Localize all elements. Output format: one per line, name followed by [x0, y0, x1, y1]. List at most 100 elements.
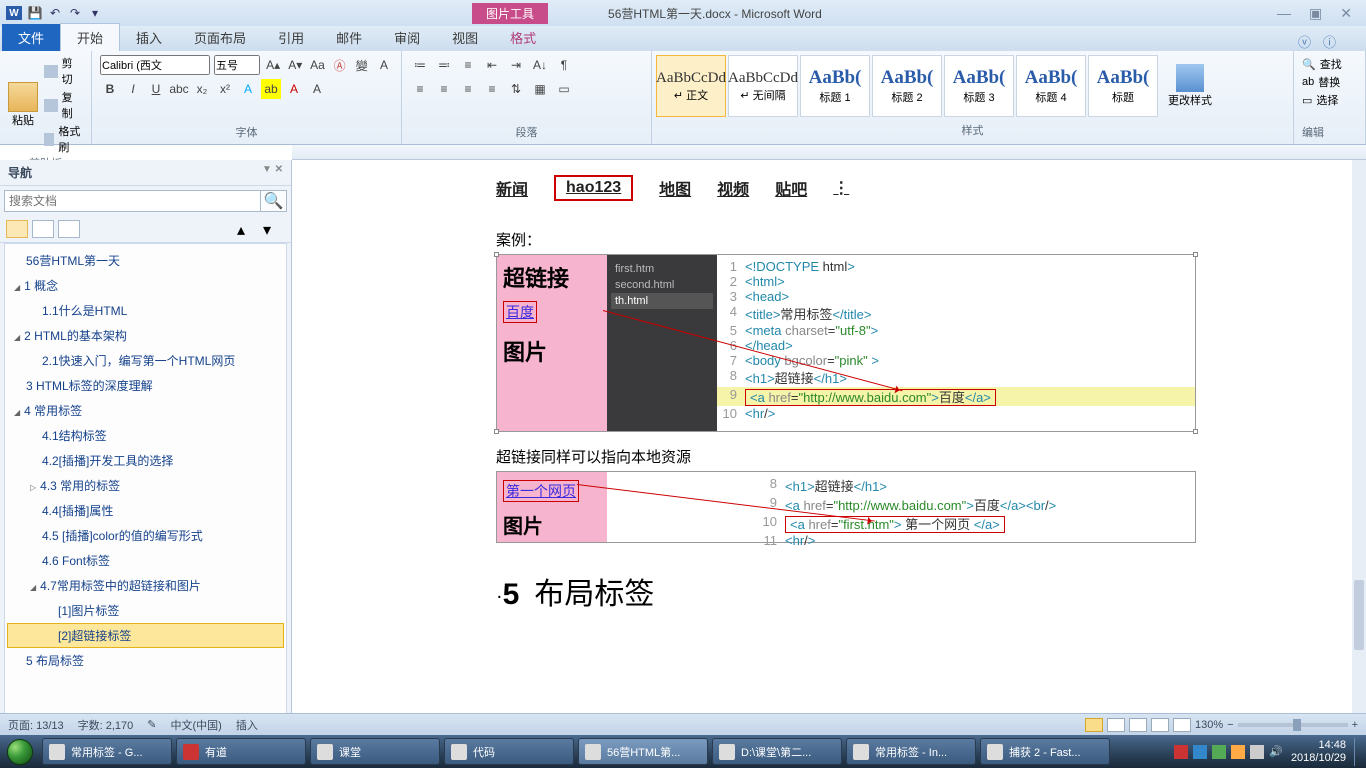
taskbar-button[interactable]: 常用标签 - In...	[846, 738, 976, 765]
taskbar-button[interactable]: 捕获 2 - Fast...	[980, 738, 1110, 765]
tab-insert[interactable]: 插入	[120, 24, 178, 51]
align-right-icon[interactable]: ≡	[458, 79, 478, 99]
tab-view[interactable]: 视图	[436, 24, 494, 51]
volume-icon[interactable]: 🔊	[1269, 745, 1283, 759]
multilevel-icon[interactable]: ≡	[458, 55, 478, 75]
style-item[interactable]: AaBb(标题 3	[944, 55, 1014, 117]
zoom-level[interactable]: 130%	[1195, 719, 1223, 731]
bold-icon[interactable]: B	[100, 79, 120, 99]
resize-handle[interactable]	[494, 252, 499, 257]
nav-tab-results[interactable]	[58, 220, 80, 238]
close-icon[interactable]: ✕	[1340, 5, 1352, 22]
enclose-icon[interactable]: A	[375, 55, 393, 75]
proofing-icon[interactable]: ✎	[147, 718, 156, 731]
indent-dec-icon[interactable]: ⇤	[482, 55, 502, 75]
tray-icon[interactable]	[1250, 745, 1264, 759]
show-marks-icon[interactable]: ¶	[554, 55, 574, 75]
italic-icon[interactable]: I	[123, 79, 143, 99]
strike-icon[interactable]: abc	[169, 79, 189, 99]
nav-tab-pages[interactable]	[32, 220, 54, 238]
copy-button[interactable]: 复制	[44, 89, 83, 121]
taskbar-button[interactable]: 56营HTML第...	[578, 738, 708, 765]
tree-node[interactable]: 4.7常用标签中的超链接和图片	[7, 573, 284, 598]
tray-icon[interactable]	[1231, 745, 1245, 759]
bullets-icon[interactable]: ≔	[410, 55, 430, 75]
redo-icon[interactable]: ↷	[68, 6, 82, 20]
tab-layout[interactable]: 页面布局	[178, 24, 262, 51]
nav-tab-headings[interactable]	[6, 220, 28, 238]
outline-view-icon[interactable]	[1151, 718, 1169, 732]
zoom-out-icon[interactable]: −	[1227, 719, 1233, 731]
insert-mode[interactable]: 插入	[236, 717, 258, 733]
tab-mail[interactable]: 邮件	[320, 24, 378, 51]
grow-font-icon[interactable]: A▴	[264, 55, 282, 75]
show-desktop-button[interactable]	[1354, 738, 1362, 766]
text-effects-icon[interactable]: A	[238, 79, 258, 99]
indent-inc-icon[interactable]: ⇥	[506, 55, 526, 75]
help-icon[interactable]: ⓘ	[1323, 32, 1336, 51]
tree-node[interactable]: 2.1快速入门，编写第一个HTML网页	[7, 348, 284, 373]
nav-next-icon[interactable]: ▾	[263, 220, 285, 238]
select-button[interactable]: ▭选择	[1302, 91, 1357, 109]
resize-handle[interactable]	[1193, 252, 1198, 257]
nav-close-icon[interactable]: ▼ ✕	[262, 164, 283, 181]
style-item[interactable]: AaBb(标题	[1088, 55, 1158, 117]
resize-handle[interactable]	[494, 429, 499, 434]
style-item[interactable]: AaBb(标题 4	[1016, 55, 1086, 117]
fullscreen-view-icon[interactable]	[1107, 718, 1125, 732]
align-left-icon[interactable]: ≡	[410, 79, 430, 99]
align-center-icon[interactable]: ≡	[434, 79, 454, 99]
font-size-combo[interactable]	[214, 55, 260, 75]
change-case-icon[interactable]: Aa	[308, 55, 326, 75]
zoom-slider[interactable]	[1238, 723, 1348, 727]
tree-node[interactable]: 4.5 [插播]color的值的编写形式	[7, 523, 284, 548]
nav-prev-icon[interactable]: ▴	[237, 220, 259, 238]
page[interactable]: 新闻hao123地图视频贴吧⋮ 案例： 超链接 百度 图片 first.htms…	[326, 161, 1336, 723]
page-status[interactable]: 页面: 13/13	[8, 717, 64, 733]
style-item[interactable]: AaBbCcDd↵ 正文	[656, 55, 726, 117]
tree-node[interactable]: 4 常用标签	[7, 398, 284, 423]
search-icon[interactable]: 🔍	[261, 190, 287, 212]
undo-icon[interactable]: ↶	[48, 6, 62, 20]
paste-button[interactable]: 粘贴	[8, 82, 38, 128]
tree-node[interactable]: 4.6 Font标签	[7, 548, 284, 573]
subscript-icon[interactable]: x₂	[192, 79, 212, 99]
minimize-icon[interactable]: —	[1277, 5, 1291, 22]
ruler[interactable]	[292, 145, 1366, 160]
format-painter-button[interactable]: 格式刷	[44, 123, 83, 155]
find-button[interactable]: 🔍查找	[1302, 55, 1357, 73]
highlight-icon[interactable]: ab	[261, 79, 281, 99]
clear-format-icon[interactable]: Ⓐ	[331, 55, 349, 75]
style-item[interactable]: AaBbCcDd↵ 无间隔	[728, 55, 798, 117]
draft-view-icon[interactable]	[1173, 718, 1191, 732]
taskbar-button[interactable]: 有道	[176, 738, 306, 765]
taskbar-button[interactable]: 课堂	[310, 738, 440, 765]
tab-file[interactable]: 文件	[2, 24, 60, 51]
superscript-icon[interactable]: x²	[215, 79, 235, 99]
tab-home[interactable]: 开始	[60, 23, 120, 51]
replace-button[interactable]: ab替换	[1302, 73, 1357, 91]
search-input[interactable]	[4, 190, 261, 212]
font-color-icon[interactable]: A	[284, 79, 304, 99]
tab-review[interactable]: 审阅	[378, 24, 436, 51]
tree-node[interactable]: [1]图片标签	[7, 598, 284, 623]
tree-node[interactable]: 4.2[插播]开发工具的选择	[7, 448, 284, 473]
clock[interactable]: 14:482018/10/29	[1291, 739, 1346, 763]
underline-icon[interactable]: U	[146, 79, 166, 99]
start-button[interactable]	[0, 735, 40, 768]
tab-format[interactable]: 格式	[494, 24, 552, 51]
tree-node[interactable]: 1 概念	[7, 273, 284, 298]
tree-node[interactable]: 5 布局标签	[7, 648, 284, 673]
char-border-icon[interactable]: A	[307, 79, 327, 99]
tree-node[interactable]: 1.1什么是HTML	[7, 298, 284, 323]
style-item[interactable]: AaBb(标题 1	[800, 55, 870, 117]
font-family-combo[interactable]	[100, 55, 210, 75]
resize-handle[interactable]	[1193, 429, 1198, 434]
taskbar-button[interactable]: D:\课堂\第二...	[712, 738, 842, 765]
tree-node[interactable]: 2 HTML的基本架构	[7, 323, 284, 348]
borders-icon[interactable]: ▭	[554, 79, 574, 99]
phonetic-icon[interactable]: 變	[353, 55, 371, 75]
minimize-ribbon-icon[interactable]: ⓥ	[1298, 32, 1311, 51]
print-layout-view-icon[interactable]	[1085, 718, 1103, 732]
vertical-scrollbar[interactable]	[1352, 160, 1366, 723]
